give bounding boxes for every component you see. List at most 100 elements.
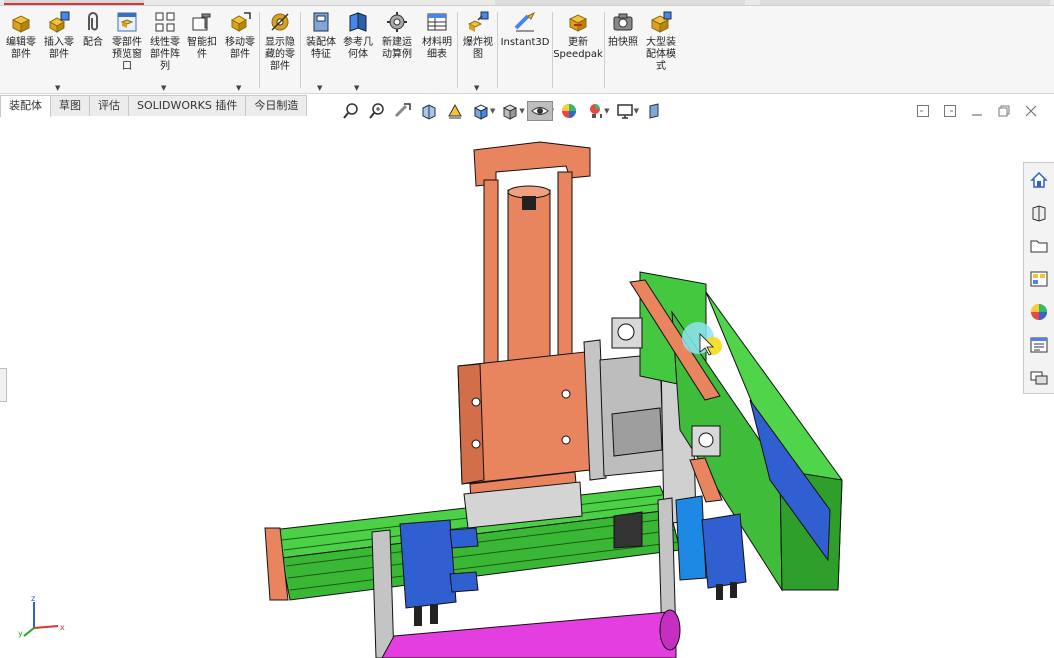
assembly-features-button[interactable]: 装配体 特征 ▼ (303, 10, 339, 92)
instant3d-icon (514, 11, 536, 32)
chat-icon (1030, 371, 1048, 384)
move-component-icon (230, 12, 251, 32)
ribbon-separator (604, 12, 605, 88)
insert-components-dropdown-icon[interactable]: ▼ (55, 84, 60, 92)
insert-components-icon (48, 11, 70, 33)
move-component-label: 移动零 部件 (225, 37, 255, 60)
move-component-dropdown-icon[interactable]: ▼ (236, 84, 241, 92)
paperclip-icon (88, 12, 98, 31)
ribbon-separator (457, 12, 458, 88)
tab-assembly[interactable]: 装配体 (0, 95, 51, 117)
camera-icon (613, 13, 633, 31)
assembly-features-icon (313, 12, 329, 32)
exploded-view-dropdown-icon[interactable]: ▼ (474, 84, 479, 92)
tab-sketch[interactable]: 草图 (50, 95, 90, 116)
assembly-features-dropdown-icon[interactable]: ▼ (317, 84, 322, 92)
insert-components-button[interactable]: 插入零 部件 ▼ (40, 10, 78, 92)
cursor-highlight (682, 322, 722, 356)
triad-y-label: y (18, 629, 23, 638)
solidworks-resources-tab[interactable] (1024, 163, 1054, 196)
edit-component-button[interactable]: 编辑零 部件 (4, 10, 38, 61)
reference-geometry-dropdown-icon[interactable]: ▼ (354, 84, 359, 92)
take-snapshot-label: 拍快照 (608, 37, 638, 48)
show-hidden-components-button[interactable]: 显示隐 藏的零 部件 (262, 10, 298, 73)
new-motion-study-label: 新建运 动算例 (382, 37, 412, 60)
task-pane (1023, 162, 1054, 394)
update-speedpak-label: 更新 Speedpak (553, 37, 603, 60)
show-hidden-components-label: 显示隐 藏的零 部件 (265, 37, 295, 72)
search-strip[interactable] (495, 0, 745, 5)
coordinate-triad: z x y (18, 594, 65, 638)
linear-pattern-icon (155, 12, 175, 32)
instant3d-button[interactable]: Instant3D (500, 10, 550, 49)
mate-label: 配合 (83, 37, 103, 48)
view-palette-tab[interactable] (1024, 262, 1054, 295)
reference-geometry-icon (349, 12, 367, 32)
triad-z-label: z (31, 594, 35, 603)
tab-solidworks-addins[interactable]: SOLIDWORKS 插件 (128, 95, 247, 116)
motion-study-icon (387, 12, 407, 32)
appearances-icon (1031, 303, 1047, 320)
reference-geometry-button[interactable]: 参考几 何体 ▼ (340, 10, 376, 92)
assembly-features-label: 装配体 特征 (306, 37, 336, 60)
minimize-icon (971, 114, 982, 116)
take-snapshot-button[interactable]: 拍快照 (606, 10, 640, 49)
component-preview-window-label: 零部件 预览窗 口 (112, 37, 142, 72)
tile-left-icon (916, 105, 929, 117)
document-tab-active[interactable] (4, 0, 144, 5)
large-assembly-mode-button[interactable]: 大型装 配体模 式 (642, 10, 680, 73)
show-hidden-icon (271, 13, 289, 31)
solidworks-window: 编辑零 部件 插入零 部件 ▼ 配合 零部件 预览窗 口 线性零 部件阵 列 ▼… (0, 0, 1054, 658)
edit-component-icon (11, 15, 31, 33)
appearances-scenes-tab[interactable] (1024, 295, 1054, 328)
command-manager: 编辑零 部件 插入零 部件 ▼ 配合 零部件 预览窗 口 线性零 部件阵 列 ▼… (0, 6, 1054, 94)
graphics-area[interactable]: z x y (0, 118, 1022, 658)
custom-properties-icon (1030, 337, 1048, 352)
design-library-icon (1032, 204, 1046, 222)
design-library-tab[interactable] (1024, 196, 1054, 229)
ribbon-separator (259, 12, 260, 88)
close-icon (1025, 105, 1036, 117)
file-explorer-tab[interactable] (1024, 229, 1054, 262)
command-manager-tabs: 装配体 草图 评估 SOLIDWORKS 插件 今日制造 (0, 95, 308, 117)
magenta-roller[interactable] (381, 609, 681, 658)
bill-of-materials-label: 材料明 细表 (422, 37, 452, 60)
tab-evaluate[interactable]: 评估 (89, 95, 129, 116)
restore-icon (998, 105, 1009, 117)
help-strip[interactable] (760, 0, 1050, 5)
linear-pattern-dropdown-icon[interactable]: ▼ (161, 84, 166, 92)
ribbon-separator (300, 12, 301, 88)
forum-tab[interactable] (1024, 361, 1054, 394)
instant3d-label: Instant3D (500, 37, 550, 48)
new-motion-study-button[interactable]: 新建运 动算例 (378, 10, 416, 61)
reference-geometry-label: 参考几 何体 (343, 37, 373, 60)
edit-component-label: 编辑零 部件 (6, 37, 36, 60)
exploded-view-label: 爆炸视 图 (463, 37, 493, 60)
custom-properties-tab[interactable] (1024, 328, 1054, 361)
preview-window-icon (117, 12, 137, 32)
smart-fasteners-label: 智能扣 件 (187, 37, 217, 60)
smart-fastener-icon (192, 13, 211, 31)
linear-component-pattern-label: 线性零 部件阵 列 (150, 37, 180, 72)
exploded-view-icon (467, 11, 489, 32)
tab-manufacturing[interactable]: 今日制造 (245, 95, 308, 116)
bill-of-materials-button[interactable]: 材料明 细表 (418, 10, 456, 61)
smart-fasteners-button[interactable]: 智能扣 件 (184, 10, 220, 61)
move-component-button[interactable]: 移动零 部件 ▼ (222, 10, 258, 92)
insert-components-label: 插入零 部件 (44, 37, 74, 60)
large-assembly-mode-label: 大型装 配体模 式 (646, 37, 676, 72)
linear-component-pattern-button[interactable]: 线性零 部件阵 列 ▼ (147, 10, 183, 92)
update-speedpak-button[interactable]: 更新 Speedpak (553, 10, 603, 61)
folder-icon (1030, 240, 1048, 252)
exploded-view-button[interactable]: 爆炸视 图 ▼ (460, 10, 496, 92)
table-icon (427, 13, 447, 31)
component-preview-window-button[interactable]: 零部件 预览窗 口 (108, 10, 146, 73)
view-palette-icon (1030, 271, 1048, 286)
orange-cylinder-assembly[interactable] (457, 141, 591, 529)
speedpak-icon (568, 14, 588, 32)
mate-button[interactable]: 配合 (80, 10, 106, 49)
assembly-model (264, 141, 843, 658)
home-icon (1030, 171, 1048, 188)
triad-x-label: x (60, 623, 65, 632)
large-assembly-icon (650, 11, 672, 33)
